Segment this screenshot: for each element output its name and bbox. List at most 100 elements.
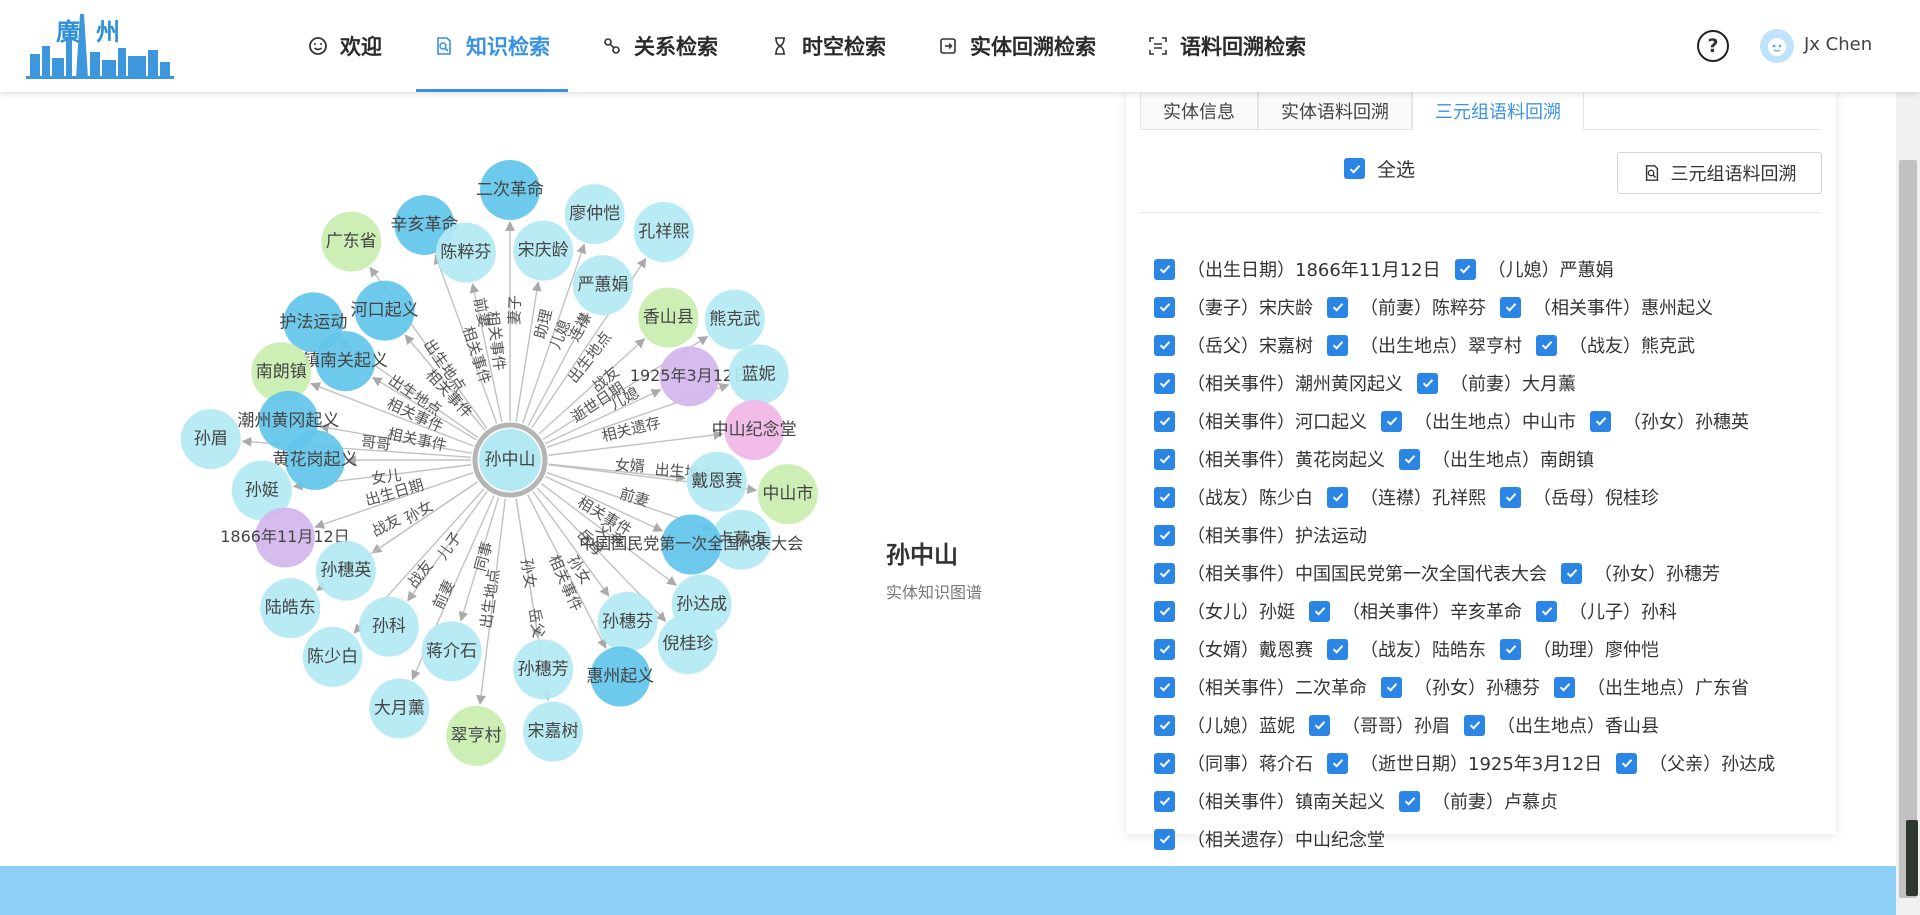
scrollbar-thumb[interactable] xyxy=(1899,160,1917,898)
triple-checkbox[interactable] xyxy=(1154,334,1175,356)
triple-checkbox[interactable] xyxy=(1154,676,1175,698)
select-all[interactable]: 全选 xyxy=(1344,155,1415,182)
triple-trace-button[interactable]: 三元组语料回溯 xyxy=(1617,152,1822,194)
triple-checkbox[interactable] xyxy=(1381,410,1402,432)
triple-checkbox[interactable] xyxy=(1590,410,1611,432)
triple-item[interactable]: （相关事件）惠州起义 xyxy=(1500,294,1713,320)
triple-checkbox[interactable] xyxy=(1327,752,1348,774)
triple-checkbox[interactable] xyxy=(1327,296,1348,318)
triple-item[interactable]: （相关事件）潮州黄冈起义 xyxy=(1154,370,1403,396)
triple-checkbox[interactable] xyxy=(1536,600,1557,622)
triple-checkbox[interactable] xyxy=(1154,410,1175,432)
triple-checkbox[interactable] xyxy=(1500,486,1521,508)
triple-item[interactable]: （孙女）孙穗芬 xyxy=(1381,674,1540,700)
triple-item[interactable]: （岳父）宋嘉树 xyxy=(1154,332,1313,358)
triple-item[interactable]: （女儿）孙娗 xyxy=(1154,598,1295,624)
triple-checkbox[interactable] xyxy=(1309,600,1330,622)
triple-item[interactable]: （出生地点）香山县 xyxy=(1464,712,1659,738)
tab-entity-corpus-trace[interactable]: 实体语料回溯 xyxy=(1258,92,1412,130)
triple-checkbox[interactable] xyxy=(1561,562,1582,584)
triple-checkbox[interactable] xyxy=(1154,752,1175,774)
triple-item[interactable]: （妻子）宋庆龄 xyxy=(1154,294,1313,320)
triple-checkbox[interactable] xyxy=(1154,448,1175,470)
triple-checkbox[interactable] xyxy=(1464,714,1485,736)
triple-checkbox[interactable] xyxy=(1454,258,1476,280)
guangzhou-logo[interactable]: 廣州 xyxy=(26,8,174,80)
select-all-checkbox[interactable] xyxy=(1344,158,1365,179)
triple-checkbox[interactable] xyxy=(1381,676,1402,698)
triple-item[interactable]: （儿媳）严蕙娟 xyxy=(1454,256,1614,282)
help-button[interactable]: ? xyxy=(1697,30,1729,62)
triple-item[interactable]: （连襟）孔祥熙 xyxy=(1327,484,1486,510)
user-name[interactable]: Jx Chen xyxy=(1804,34,1872,55)
nav-spacetime-search[interactable]: 时空检索 xyxy=(752,0,904,92)
triple-item[interactable]: （战友）陆皓东 xyxy=(1327,636,1486,662)
triple-item[interactable]: （相关事件）河口起义 xyxy=(1154,408,1367,434)
triple-item[interactable]: （出生地点）翠亨村 xyxy=(1327,332,1522,358)
triple-item[interactable]: （相关事件）二次革命 xyxy=(1154,674,1367,700)
triple-checkbox[interactable] xyxy=(1309,714,1330,736)
tab-triple-corpus-trace[interactable]: 三元组语料回溯 xyxy=(1412,92,1584,130)
nav-relation-search[interactable]: 关系检索 xyxy=(584,0,736,92)
nav-welcome[interactable]: 欢迎 xyxy=(290,0,400,92)
triple-item[interactable]: （同事）蒋介石 xyxy=(1154,750,1313,776)
triple-checkbox[interactable] xyxy=(1500,296,1521,318)
triple-item[interactable]: （相关事件）中国国民党第一次全国代表大会 xyxy=(1154,560,1547,586)
triple-checkbox[interactable] xyxy=(1327,334,1348,356)
triple-item[interactable]: （出生地点）广东省 xyxy=(1554,674,1749,700)
triple-item[interactable]: （女婿）戴恩赛 xyxy=(1154,636,1313,662)
audio-meter-widget xyxy=(1906,820,1918,896)
triple-item[interactable]: （出生地点）中山市 xyxy=(1381,408,1576,434)
nav-corpus-trace-search[interactable]: 语料回溯检索 xyxy=(1130,0,1324,92)
triple-checkbox[interactable] xyxy=(1417,372,1438,394)
triple-checkbox[interactable] xyxy=(1327,638,1348,660)
triple-item[interactable]: （父亲）孙达成 xyxy=(1616,750,1775,776)
nav-entity-trace-search[interactable]: 实体回溯检索 xyxy=(920,0,1114,92)
triple-item[interactable]: （相关事件）黄花岗起义 xyxy=(1154,446,1385,472)
nav-knowledge-search[interactable]: 知识检索 xyxy=(416,0,568,92)
knowledge-graph[interactable]: 相关事件 相关事件 前妻 妻子 助理 儿媳 连襟 出生地点 战友 逝世日期 儿媳 相关遗存 出生地点 相关… xyxy=(0,92,1120,865)
triple-checkbox[interactable] xyxy=(1154,258,1175,280)
graph-canvas[interactable]: 相关事件相关事件前妻 妻子 助理儿媳连襟出生地点战友逝世日期儿媳相关遗存出生地点相关… xyxy=(0,92,1120,865)
triple-item[interactable]: （相关遗存）中山纪念堂 xyxy=(1154,826,1385,852)
triple-item[interactable]: （孙女）孙穗英 xyxy=(1590,408,1749,434)
nav-welcome-label: 欢迎 xyxy=(340,35,382,59)
triple-checkbox[interactable] xyxy=(1154,372,1175,394)
avatar[interactable] xyxy=(1760,29,1794,63)
triple-label: （相关事件）镇南关起义 xyxy=(1187,792,1385,813)
triple-checkbox[interactable] xyxy=(1154,790,1175,812)
triple-checkbox[interactable] xyxy=(1154,638,1175,660)
triple-checkbox[interactable] xyxy=(1536,334,1557,356)
triple-checkbox[interactable] xyxy=(1554,676,1575,698)
triple-item[interactable]: （出生地点）南朗镇 xyxy=(1399,446,1594,472)
triple-item[interactable]: （前妻）卢慕贞 xyxy=(1399,788,1558,814)
triple-item[interactable]: （逝世日期）1925年3月12日 xyxy=(1327,750,1602,776)
triple-checkbox[interactable] xyxy=(1616,752,1638,774)
triple-checkbox[interactable] xyxy=(1154,486,1175,508)
triple-checkbox[interactable] xyxy=(1327,486,1348,508)
triple-item[interactable]: （出生日期）1866年11月12日 xyxy=(1154,256,1441,282)
tab-entity-info[interactable]: 实体信息 xyxy=(1140,92,1258,130)
triple-checkbox[interactable] xyxy=(1399,790,1420,812)
triple-checkbox[interactable] xyxy=(1500,638,1521,660)
triple-checkbox[interactable] xyxy=(1154,600,1175,622)
triple-checkbox[interactable] xyxy=(1154,828,1175,850)
triple-checkbox[interactable] xyxy=(1154,296,1175,318)
triple-checkbox[interactable] xyxy=(1154,524,1175,546)
triple-item[interactable]: （儿子）孙科 xyxy=(1536,598,1677,624)
triple-item[interactable]: （战友）熊克武 xyxy=(1536,332,1695,358)
triple-item[interactable]: （孙女）孙穗芳 xyxy=(1561,560,1720,586)
triple-item[interactable]: （相关事件）镇南关起义 xyxy=(1154,788,1385,814)
triple-item[interactable]: （前妻）大月薰 xyxy=(1417,370,1576,396)
triple-item[interactable]: （战友）陈少白 xyxy=(1154,484,1313,510)
triple-item[interactable]: （儿媳）蓝妮 xyxy=(1154,712,1295,738)
triple-item[interactable]: （前妻）陈粹芬 xyxy=(1327,294,1486,320)
triple-checkbox[interactable] xyxy=(1154,714,1175,736)
triple-checkbox[interactable] xyxy=(1399,448,1420,470)
triple-item[interactable]: （相关事件）护法运动 xyxy=(1154,522,1367,548)
triple-item[interactable]: （岳母）倪桂珍 xyxy=(1500,484,1659,510)
triple-checkbox[interactable] xyxy=(1154,562,1175,584)
triple-item[interactable]: （助理）廖仲恺 xyxy=(1500,636,1659,662)
triple-item[interactable]: （相关事件）辛亥革命 xyxy=(1309,598,1522,624)
triple-item[interactable]: （哥哥）孙眉 xyxy=(1309,712,1450,738)
